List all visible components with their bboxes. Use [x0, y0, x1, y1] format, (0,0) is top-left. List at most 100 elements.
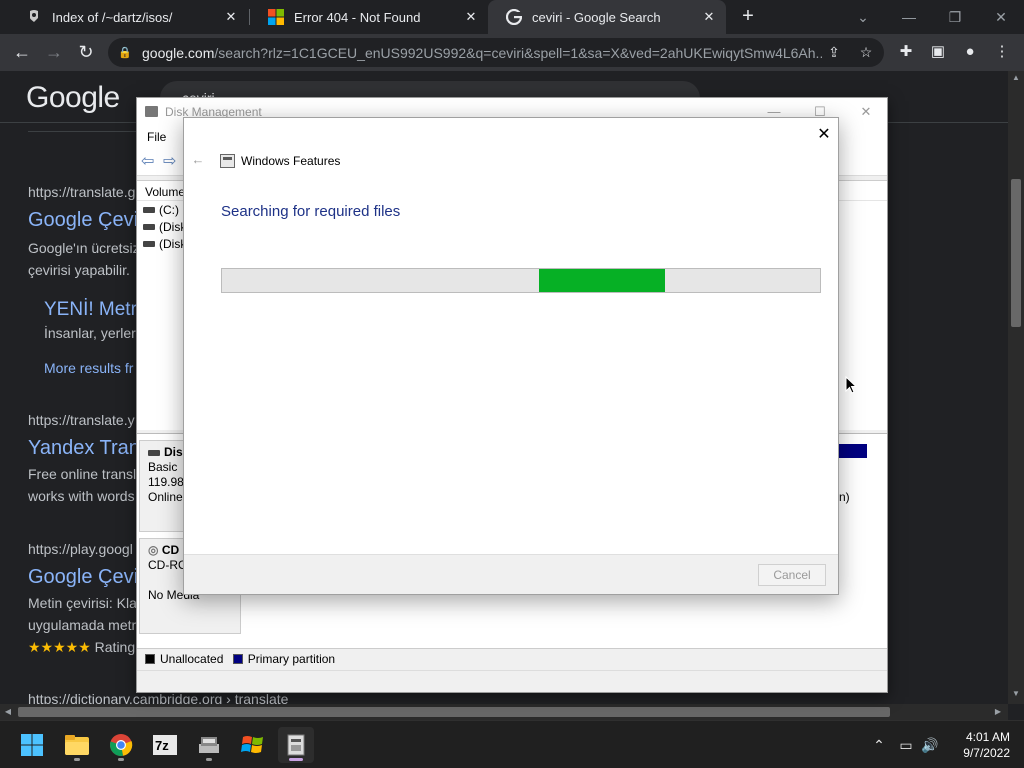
drive-icon [143, 241, 155, 247]
drive-icon [143, 207, 155, 213]
close-window-button[interactable]: ✕ [978, 0, 1024, 34]
start-button[interactable] [14, 727, 50, 763]
marquee-progress-bar [221, 268, 821, 293]
new-tab-button[interactable]: + [738, 6, 758, 28]
clock-date: 9/7/2022 [963, 746, 1010, 760]
result-cite[interactable]: https://translate.g [28, 184, 135, 200]
result-snippet: Metin çevirisi: Kla [28, 595, 137, 611]
volume-row[interactable]: (Disk [143, 237, 186, 251]
windows-xp-flag-icon [241, 736, 263, 753]
legend-primary: Primary partition [247, 652, 336, 666]
result-title[interactable]: Google Çevi [28, 209, 138, 232]
taskbar-chrome[interactable] [103, 727, 139, 763]
bookmark-star-icon[interactable]: ☆ [854, 38, 878, 67]
tab-close-icon[interactable]: ✕ [462, 9, 480, 25]
forward-arrow-icon[interactable]: ⇨ [163, 154, 181, 170]
taskbar: 7z ⌃ ▭ 🔊 4:01 AM 9/7/2022 [0, 720, 1024, 768]
scroll-right-arrow-icon[interactable]: ▶ [990, 704, 1006, 720]
more-results-link[interactable]: More results fr [44, 357, 133, 379]
forward-icon[interactable]: → [42, 40, 66, 64]
taskbar-file-explorer[interactable] [59, 727, 95, 763]
drive-icon [143, 224, 155, 230]
taskbar-disk-management[interactable] [191, 727, 227, 763]
running-indicator [289, 758, 303, 761]
browser-tab-strip: Index of /~dartz/isos/ ✕ Error 404 - Not… [0, 0, 1024, 34]
back-arrow-icon[interactable]: ← [190, 152, 206, 168]
result-title[interactable]: Yandex Tran [28, 437, 140, 460]
reload-icon[interactable]: ↻ [74, 40, 98, 64]
tab-title: Error 404 - Not Found [294, 9, 421, 25]
url-text[interactable]: google.com/search?rlz=1C1GCEU_enUS992US9… [142, 45, 822, 61]
legend: Unallocated Primary partition [137, 648, 887, 668]
extensions-icon[interactable]: ✚ [894, 40, 918, 64]
result-title[interactable]: Google Çevi [28, 566, 138, 589]
result-snippet: Free online transl [28, 466, 137, 482]
dialog-close-button[interactable]: ✕ [812, 123, 836, 147]
tab-close-icon[interactable]: ✕ [700, 9, 718, 25]
tab-title: ceviri - Google Search [532, 9, 661, 25]
page-vertical-scrollbar[interactable]: ▲ ▼ [1008, 71, 1024, 704]
cd-icon: ◎ [148, 543, 159, 557]
minimize-button[interactable]: — [886, 0, 932, 34]
taskbar-windows-features[interactable] [278, 727, 314, 763]
network-icon[interactable]: ▭ [897, 735, 915, 755]
menu-file[interactable]: File [147, 130, 166, 144]
tab-search-chevron-icon[interactable]: ⌄ [840, 0, 886, 34]
google-logo[interactable]: Google [26, 81, 120, 115]
cancel-button[interactable]: Cancel [758, 564, 826, 586]
menu-kebab-icon[interactable]: ⋮ [990, 40, 1014, 64]
result-snippet: Google'ın ücretsiz [28, 240, 140, 256]
running-indicator [74, 758, 80, 761]
tab-title: Index of /~dartz/isos/ [52, 9, 173, 25]
volume-row[interactable]: (Disk [143, 220, 186, 234]
show-hidden-icons-chevron-icon[interactable]: ⌃ [870, 735, 888, 755]
side-panel-icon[interactable]: ▣ [926, 40, 950, 64]
taskbar-windows-xp[interactable] [235, 727, 271, 763]
dialog-app-name: Windows Features [241, 154, 341, 168]
scroll-left-arrow-icon[interactable]: ◀ [0, 704, 16, 720]
tab-error-404[interactable]: Error 404 - Not Found ✕ [250, 0, 488, 34]
browser-toolbar: ← → ↻ 🔒 google.com/search?rlz=1C1GCEU_en… [0, 34, 1024, 71]
share-icon[interactable]: ⇪ [822, 38, 846, 67]
dialog-heading: Searching for required files [221, 203, 401, 220]
taskbar-7zip[interactable]: 7z [147, 727, 183, 763]
scroll-up-arrow-icon[interactable]: ▲ [1008, 73, 1024, 82]
start-windows-icon [21, 734, 43, 756]
mouse-cursor-icon [845, 376, 857, 394]
partition-header-bar [839, 444, 867, 458]
running-indicator [206, 758, 212, 761]
status-bar [137, 670, 887, 692]
result-snippet: uygulamada metr [28, 617, 137, 633]
windows-features-icon [287, 734, 305, 756]
result-snippet: çevirisi yapabilir. [28, 262, 130, 278]
windows-features-app-icon [220, 154, 235, 168]
address-bar[interactable]: 🔒 google.com/search?rlz=1C1GCEU_enUS992U… [108, 38, 884, 67]
rating-stars: ★★★★★ [28, 639, 91, 655]
partition-label[interactable]: n) [839, 490, 850, 504]
chrome-icon [110, 734, 133, 756]
restore-button[interactable]: ❐ [932, 0, 978, 34]
close-button[interactable]: ✕ [843, 98, 887, 126]
back-arrow-icon[interactable]: ⇦ [141, 154, 159, 170]
scrollbar-thumb[interactable] [1011, 179, 1021, 327]
back-icon[interactable]: ← [10, 40, 34, 64]
scrollbar-thumb[interactable] [18, 707, 890, 717]
windows-features-dialog: ✕ ← Windows Features Searching for requi… [183, 117, 839, 595]
sub-result-title[interactable]: YENİ! Metr [44, 299, 137, 321]
page-horizontal-scrollbar[interactable]: ◀ ▶ [0, 704, 1008, 720]
dialog-footer: Cancel [184, 554, 838, 594]
result-cite[interactable]: https://play.googl [28, 541, 133, 557]
google-g-icon [506, 9, 522, 25]
volume-icon[interactable]: 🔊 [921, 735, 939, 755]
clock-time: 4:01 AM [965, 730, 1010, 744]
volume-row[interactable]: (C:) [143, 203, 179, 217]
tab-index-of-isos[interactable]: Index of /~dartz/isos/ ✕ [8, 0, 248, 34]
result-cite[interactable]: https://translate.y [28, 412, 135, 428]
system-clock[interactable]: 4:01 AM 9/7/2022 [946, 729, 1010, 761]
profile-icon[interactable]: ● [958, 40, 982, 64]
tab-close-icon[interactable]: ✕ [222, 9, 240, 25]
scroll-down-arrow-icon[interactable]: ▼ [1008, 689, 1024, 698]
result-snippet: works with words [28, 488, 135, 504]
lock-icon[interactable]: 🔒 [118, 46, 132, 59]
tab-google-search[interactable]: ceviri - Google Search ✕ [488, 0, 726, 34]
